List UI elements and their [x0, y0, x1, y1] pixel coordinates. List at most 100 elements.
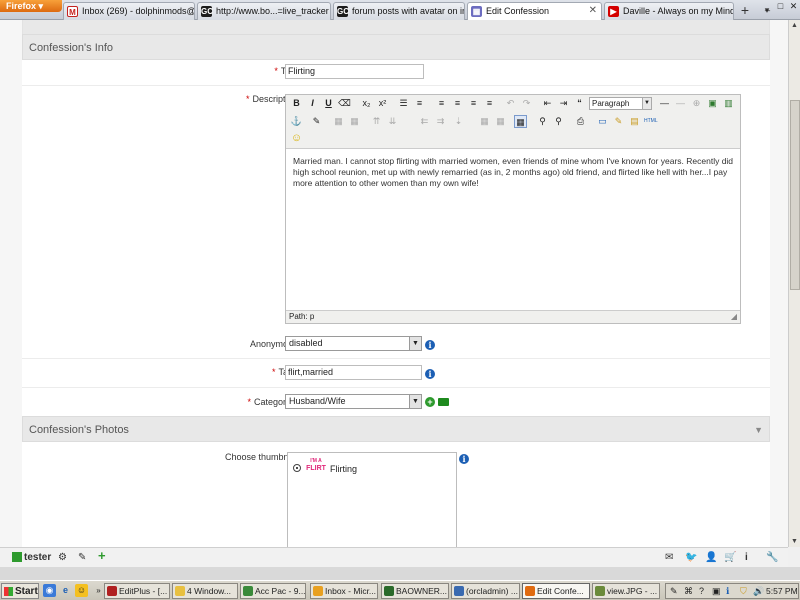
categories-select[interactable]: Husband/Wife ▼ — [285, 394, 422, 409]
row-insert-before-icon[interactable]: ⇈ — [370, 115, 383, 128]
taskbar-item-orcladmin[interactable]: (orcladmin) ... — [451, 583, 520, 599]
anonymous-select[interactable]: disabled ▼ — [285, 336, 422, 351]
split-cells-icon[interactable]: ▦ — [478, 115, 491, 128]
editor-content[interactable]: Married man. I cannot stop flirting with… — [293, 156, 738, 189]
media-icon[interactable]: ▥ — [722, 97, 735, 110]
outdent-icon[interactable]: ⇤ — [541, 97, 554, 110]
taskbar-item-accpac[interactable]: Acc Pac - 9... — [240, 583, 306, 599]
resize-handle-icon[interactable]: ◢ — [731, 311, 737, 323]
align-right-icon[interactable]: ≡ — [467, 97, 480, 110]
browser-tab-live-tracker[interactable]: GC http://www.bo...=live_tracker — [197, 2, 331, 20]
undo-icon[interactable]: ↶ — [504, 97, 517, 110]
subscript-icon[interactable]: x₂ — [360, 97, 373, 110]
emoticon-icon[interactable]: ☺ — [290, 132, 303, 145]
tray-help-icon[interactable]: ? — [699, 584, 704, 598]
align-justify-icon[interactable]: ≡ — [483, 97, 496, 110]
title-input[interactable]: Flirting — [285, 64, 424, 79]
col-insert-after-icon[interactable]: ⇉ — [434, 115, 447, 128]
scrollbar-thumb[interactable] — [790, 100, 800, 290]
taskbar-item-baowner[interactable]: BAOWNER... — [381, 583, 449, 599]
folder-icon[interactable] — [438, 398, 449, 406]
browser-tab-forum-posts[interactable]: GC forum posts with avatar on in... — [333, 2, 465, 20]
info-icon[interactable]: i — [425, 340, 435, 350]
anchor-icon[interactable]: ⚓ — [290, 115, 303, 128]
wrench-icon[interactable]: 🔧 — [766, 551, 778, 565]
close-tab-icon[interactable]: ✕ — [589, 3, 597, 19]
thumbnail-radio[interactable] — [293, 464, 301, 472]
clock[interactable]: 5:57 PM — [766, 584, 798, 598]
ie-icon[interactable]: e — [59, 584, 72, 597]
taskbar-item-edit-confession[interactable]: Edit Confe... — [522, 583, 590, 599]
numbered-list-icon[interactable]: ≡ — [413, 97, 426, 110]
paste-text-icon[interactable]: ▤ — [628, 115, 641, 128]
taskbar-item-editplus[interactable]: EditPlus - [... — [104, 583, 170, 599]
redo-icon[interactable]: ↷ — [520, 97, 533, 110]
superscript-icon[interactable]: x² — [376, 97, 389, 110]
browser-tab-gmail[interactable]: M Inbox (269) - dolphinmods@... — [63, 2, 195, 20]
edit-icon[interactable]: ✎ — [78, 551, 86, 565]
add-icon[interactable]: + — [98, 549, 106, 563]
close-window-icon[interactable]: ✕ — [787, 0, 800, 12]
info-icon[interactable]: i — [425, 369, 435, 379]
horizontal-rule-icon[interactable]: — — [658, 97, 671, 110]
tray-shield-icon[interactable]: ⛉ — [740, 584, 747, 598]
italic-icon[interactable]: I — [306, 97, 319, 110]
new-tab-button[interactable]: + — [735, 2, 755, 19]
table-props-icon[interactable]: ▦ — [348, 115, 361, 128]
indent-icon[interactable]: ⇥ — [557, 97, 570, 110]
tray-volume-icon[interactable]: 🔊 — [753, 584, 764, 598]
format-select[interactable]: Paragraph ▼ — [589, 97, 652, 110]
info-icon[interactable]: i — [745, 551, 748, 565]
section-header-photos[interactable]: Confession's Photos ▼ — [22, 416, 770, 442]
mail-icon[interactable]: ✉ — [665, 551, 673, 565]
replace-icon[interactable]: ⚲ — [552, 115, 565, 128]
tray-display-icon[interactable]: ▣ — [712, 584, 721, 598]
blockquote-icon[interactable]: “ — [573, 97, 586, 110]
align-center-icon[interactable]: ≡ — [451, 97, 464, 110]
maximize-icon[interactable]: □ — [774, 0, 787, 12]
underline-icon[interactable]: U — [322, 97, 335, 110]
tray-network-icon[interactable]: ⌘ — [684, 584, 693, 598]
align-left-icon[interactable]: ≡ — [435, 97, 448, 110]
taskbar-item-view-jpg[interactable]: view.JPG - ... — [592, 583, 660, 599]
tray-info-icon[interactable]: ℹ — [726, 584, 729, 598]
gear-icon[interactable]: ⚙ — [58, 551, 67, 565]
minimize-icon[interactable]: _ — [761, 0, 774, 12]
paste-word-icon[interactable]: ✎ — [612, 115, 625, 128]
browser-tab-youtube[interactable]: ▶ Daville - Always on my Mind -... — [604, 2, 734, 20]
section-header-info[interactable]: Confession's Info — [22, 34, 770, 60]
taskbar-item-windows[interactable]: 4 Window... — [172, 583, 238, 599]
folder-quicklaunch-icon[interactable]: ☺ — [75, 584, 88, 597]
eraser-icon[interactable]: ⌫ — [338, 97, 351, 110]
col-insert-before-icon[interactable]: ⇇ — [418, 115, 431, 128]
find-icon[interactable]: ⚲ — [536, 115, 549, 128]
start-button[interactable]: Start — [1, 583, 39, 599]
taskbar-item-outlook[interactable]: Inbox - Micr... — [310, 583, 378, 599]
table-icon[interactable]: ▦ — [332, 115, 345, 128]
visual-aid-icon[interactable]: ▦ — [514, 115, 527, 128]
fullscreen-icon[interactable]: ▭ — [596, 115, 609, 128]
delete-col-icon[interactable]: ⇣ — [452, 115, 465, 128]
bullet-list-icon[interactable]: ☰ — [397, 97, 410, 110]
merge-cells-icon[interactable]: ▦ — [494, 115, 507, 128]
add-category-icon[interactable]: + — [425, 397, 435, 407]
cart-icon[interactable]: 🛒 — [724, 551, 736, 565]
tags-input[interactable]: flirt,married — [285, 365, 422, 380]
row-insert-after-icon[interactable]: ⇊ — [386, 115, 399, 128]
twitter-icon[interactable]: 🐦 — [685, 551, 697, 565]
html-source-icon[interactable]: HTML — [644, 115, 658, 128]
chrome-icon[interactable]: ◉ — [43, 584, 56, 597]
cleanup-icon[interactable]: ⊕ — [690, 97, 703, 110]
tray-tool-icon[interactable]: ✎ — [670, 584, 678, 598]
browser-tab-edit-confession[interactable]: ▦ Edit Confession ✕ — [467, 2, 602, 21]
unlink-icon[interactable]: — — [674, 97, 687, 110]
bold-icon[interactable]: B — [290, 97, 303, 110]
rich-text-editor[interactable]: B I U ⌫ x₂ x² ☰ ≡ ≡ ≡ ≡ ≡ ↶ ↷ ⇤ ⇥ “ Para… — [285, 94, 741, 324]
print-icon[interactable]: ⎙ — [574, 115, 587, 128]
image-icon[interactable]: ▣ — [706, 97, 719, 110]
scroll-down-icon[interactable]: ▼ — [789, 536, 800, 547]
firefox-menu-button[interactable]: Firefox ▾ — [0, 0, 62, 12]
info-icon[interactable]: i — [459, 454, 469, 464]
edit-link-icon[interactable]: ✎ — [310, 115, 323, 128]
user-icon[interactable]: 👤 — [705, 551, 717, 565]
